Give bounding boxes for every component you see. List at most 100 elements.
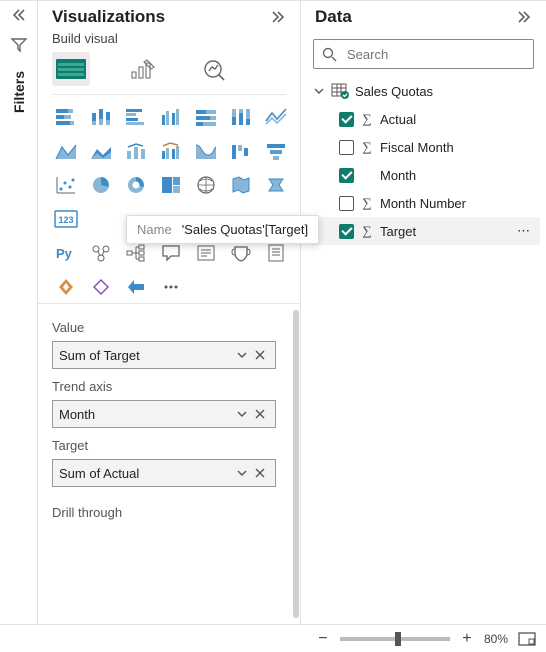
- target-well[interactable]: Sum of Actual: [52, 459, 276, 487]
- zoom-slider[interactable]: [340, 637, 450, 641]
- field-checkbox[interactable]: [339, 196, 354, 211]
- target-well-label: Target: [52, 438, 286, 453]
- filled-map-icon[interactable]: [227, 173, 255, 197]
- field-row[interactable]: ∑ Fiscal Month: [309, 133, 540, 161]
- field-checkbox[interactable]: [339, 140, 354, 155]
- drill-through-label: Drill through: [52, 505, 286, 520]
- field-row[interactable]: ∑ Actual: [309, 105, 540, 133]
- expand-data-icon[interactable]: [514, 7, 534, 27]
- donut-icon[interactable]: [122, 173, 150, 197]
- ribbon-chart-icon[interactable]: [192, 139, 220, 163]
- sigma-icon: ∑: [360, 195, 374, 211]
- sigma-icon: ∑: [360, 139, 374, 155]
- status-bar: − + 80%: [0, 624, 546, 652]
- sigma-icon: ∑: [360, 111, 374, 127]
- field-checkbox[interactable]: [339, 224, 354, 239]
- chevron-down-icon[interactable]: [233, 349, 251, 361]
- collapse-filters-icon[interactable]: [9, 5, 29, 25]
- stacked-area-icon[interactable]: [87, 139, 115, 163]
- fields-tree: Sales Quotas ∑ Actual ∑ Fiscal Month Month ∑ M…: [301, 77, 546, 251]
- fit-to-page-icon[interactable]: [518, 632, 536, 646]
- field-name: Month Number: [380, 196, 466, 211]
- sigma-icon: ∑: [360, 223, 374, 239]
- field-row[interactable]: ∑ Month Number: [309, 189, 540, 217]
- build-visual-tab[interactable]: [52, 52, 90, 86]
- decomposition-tree-icon[interactable]: [122, 241, 150, 265]
- zoom-level: 80%: [484, 632, 508, 646]
- field-name: Target: [380, 224, 416, 239]
- table-name: Sales Quotas: [355, 84, 433, 99]
- filters-title: Filters: [11, 71, 27, 113]
- remove-field-icon[interactable]: [251, 467, 269, 479]
- data-panel: Data Sales Quotas ∑ Actual ∑ Fiscal Month Mo…: [301, 1, 546, 624]
- funnel-chart-icon[interactable]: [262, 139, 290, 163]
- svg-text:Py: Py: [56, 246, 73, 261]
- data-panel-title: Data: [315, 7, 352, 27]
- more-options-icon[interactable]: [157, 275, 185, 299]
- qna-icon[interactable]: [157, 241, 185, 265]
- chevron-down-icon[interactable]: [233, 408, 251, 420]
- line-clustered-column-icon[interactable]: [157, 139, 185, 163]
- get-more-visuals-icon[interactable]: [122, 275, 150, 299]
- pie-icon[interactable]: [87, 173, 115, 197]
- clustered-column-icon[interactable]: [157, 105, 185, 129]
- hundred-stacked-bar-icon[interactable]: [192, 105, 220, 129]
- search-input[interactable]: [313, 39, 534, 69]
- line-stacked-column-icon[interactable]: [122, 139, 150, 163]
- power-apps-icon[interactable]: [52, 275, 80, 299]
- line-chart-icon[interactable]: [262, 105, 290, 129]
- area-chart-icon[interactable]: [52, 139, 80, 163]
- tooltip-value: 'Sales Quotas'[Target]: [182, 222, 308, 237]
- field-name: Actual: [380, 112, 416, 127]
- chevron-down-icon: [313, 85, 325, 97]
- stacked-column-icon[interactable]: [87, 105, 115, 129]
- paginated-report-icon[interactable]: [262, 241, 290, 265]
- expand-viz-icon[interactable]: [268, 7, 288, 27]
- format-visual-tab[interactable]: [124, 52, 162, 86]
- funnel-icon[interactable]: [9, 35, 29, 55]
- field-more-icon[interactable]: ⋯: [517, 223, 532, 239]
- clustered-bar-icon[interactable]: [122, 105, 150, 129]
- remove-field-icon[interactable]: [251, 349, 269, 361]
- viz-panel-subtitle: Build visual: [38, 29, 300, 52]
- search-field[interactable]: [345, 46, 525, 63]
- goals-icon[interactable]: [227, 241, 255, 265]
- viz-panel-title: Visualizations: [52, 7, 165, 27]
- smart-narrative-icon[interactable]: [192, 241, 220, 265]
- python-visual-icon[interactable]: Py: [52, 241, 80, 265]
- filters-rail: Filters: [0, 1, 38, 624]
- azure-map-icon[interactable]: [262, 173, 290, 197]
- zoom-in-button[interactable]: +: [460, 631, 474, 647]
- value-well-label: Value: [52, 320, 286, 335]
- value-well[interactable]: Sum of Target: [52, 341, 276, 369]
- trend-well[interactable]: Month: [52, 400, 276, 428]
- table-icon: [331, 83, 349, 99]
- zoom-out-button[interactable]: −: [316, 631, 330, 647]
- tooltip-label: Name: [137, 222, 172, 237]
- field-tooltip: Name 'Sales Quotas'[Target]: [126, 215, 319, 244]
- waterfall-icon[interactable]: [227, 139, 255, 163]
- field-checkbox[interactable]: [339, 112, 354, 127]
- scatter-icon[interactable]: [52, 173, 80, 197]
- remove-field-icon[interactable]: [251, 408, 269, 420]
- field-name: Month: [380, 168, 416, 183]
- field-name: Fiscal Month: [380, 140, 454, 155]
- field-row[interactable]: Month: [309, 161, 540, 189]
- trend-well-label: Trend axis: [52, 379, 286, 394]
- card-icon[interactable]: 123: [52, 207, 80, 231]
- analytics-tab[interactable]: [196, 52, 234, 86]
- table-row[interactable]: Sales Quotas: [309, 77, 540, 105]
- hundred-stacked-column-icon[interactable]: [227, 105, 255, 129]
- power-automate-icon[interactable]: [87, 275, 115, 299]
- search-icon: [322, 47, 337, 62]
- map-icon[interactable]: [192, 173, 220, 197]
- field-checkbox[interactable]: [339, 168, 354, 183]
- svg-text:123: 123: [58, 215, 73, 225]
- key-influencers-icon[interactable]: [87, 241, 115, 265]
- viz-gallery: 123 Py: [38, 97, 300, 303]
- stacked-bar-icon[interactable]: [52, 105, 80, 129]
- treemap-icon[interactable]: [157, 173, 185, 197]
- field-row[interactable]: ∑ Target ⋯: [309, 217, 540, 245]
- field-wells: Value Sum of Target Trend axis Month Tar…: [38, 303, 300, 624]
- chevron-down-icon[interactable]: [233, 467, 251, 479]
